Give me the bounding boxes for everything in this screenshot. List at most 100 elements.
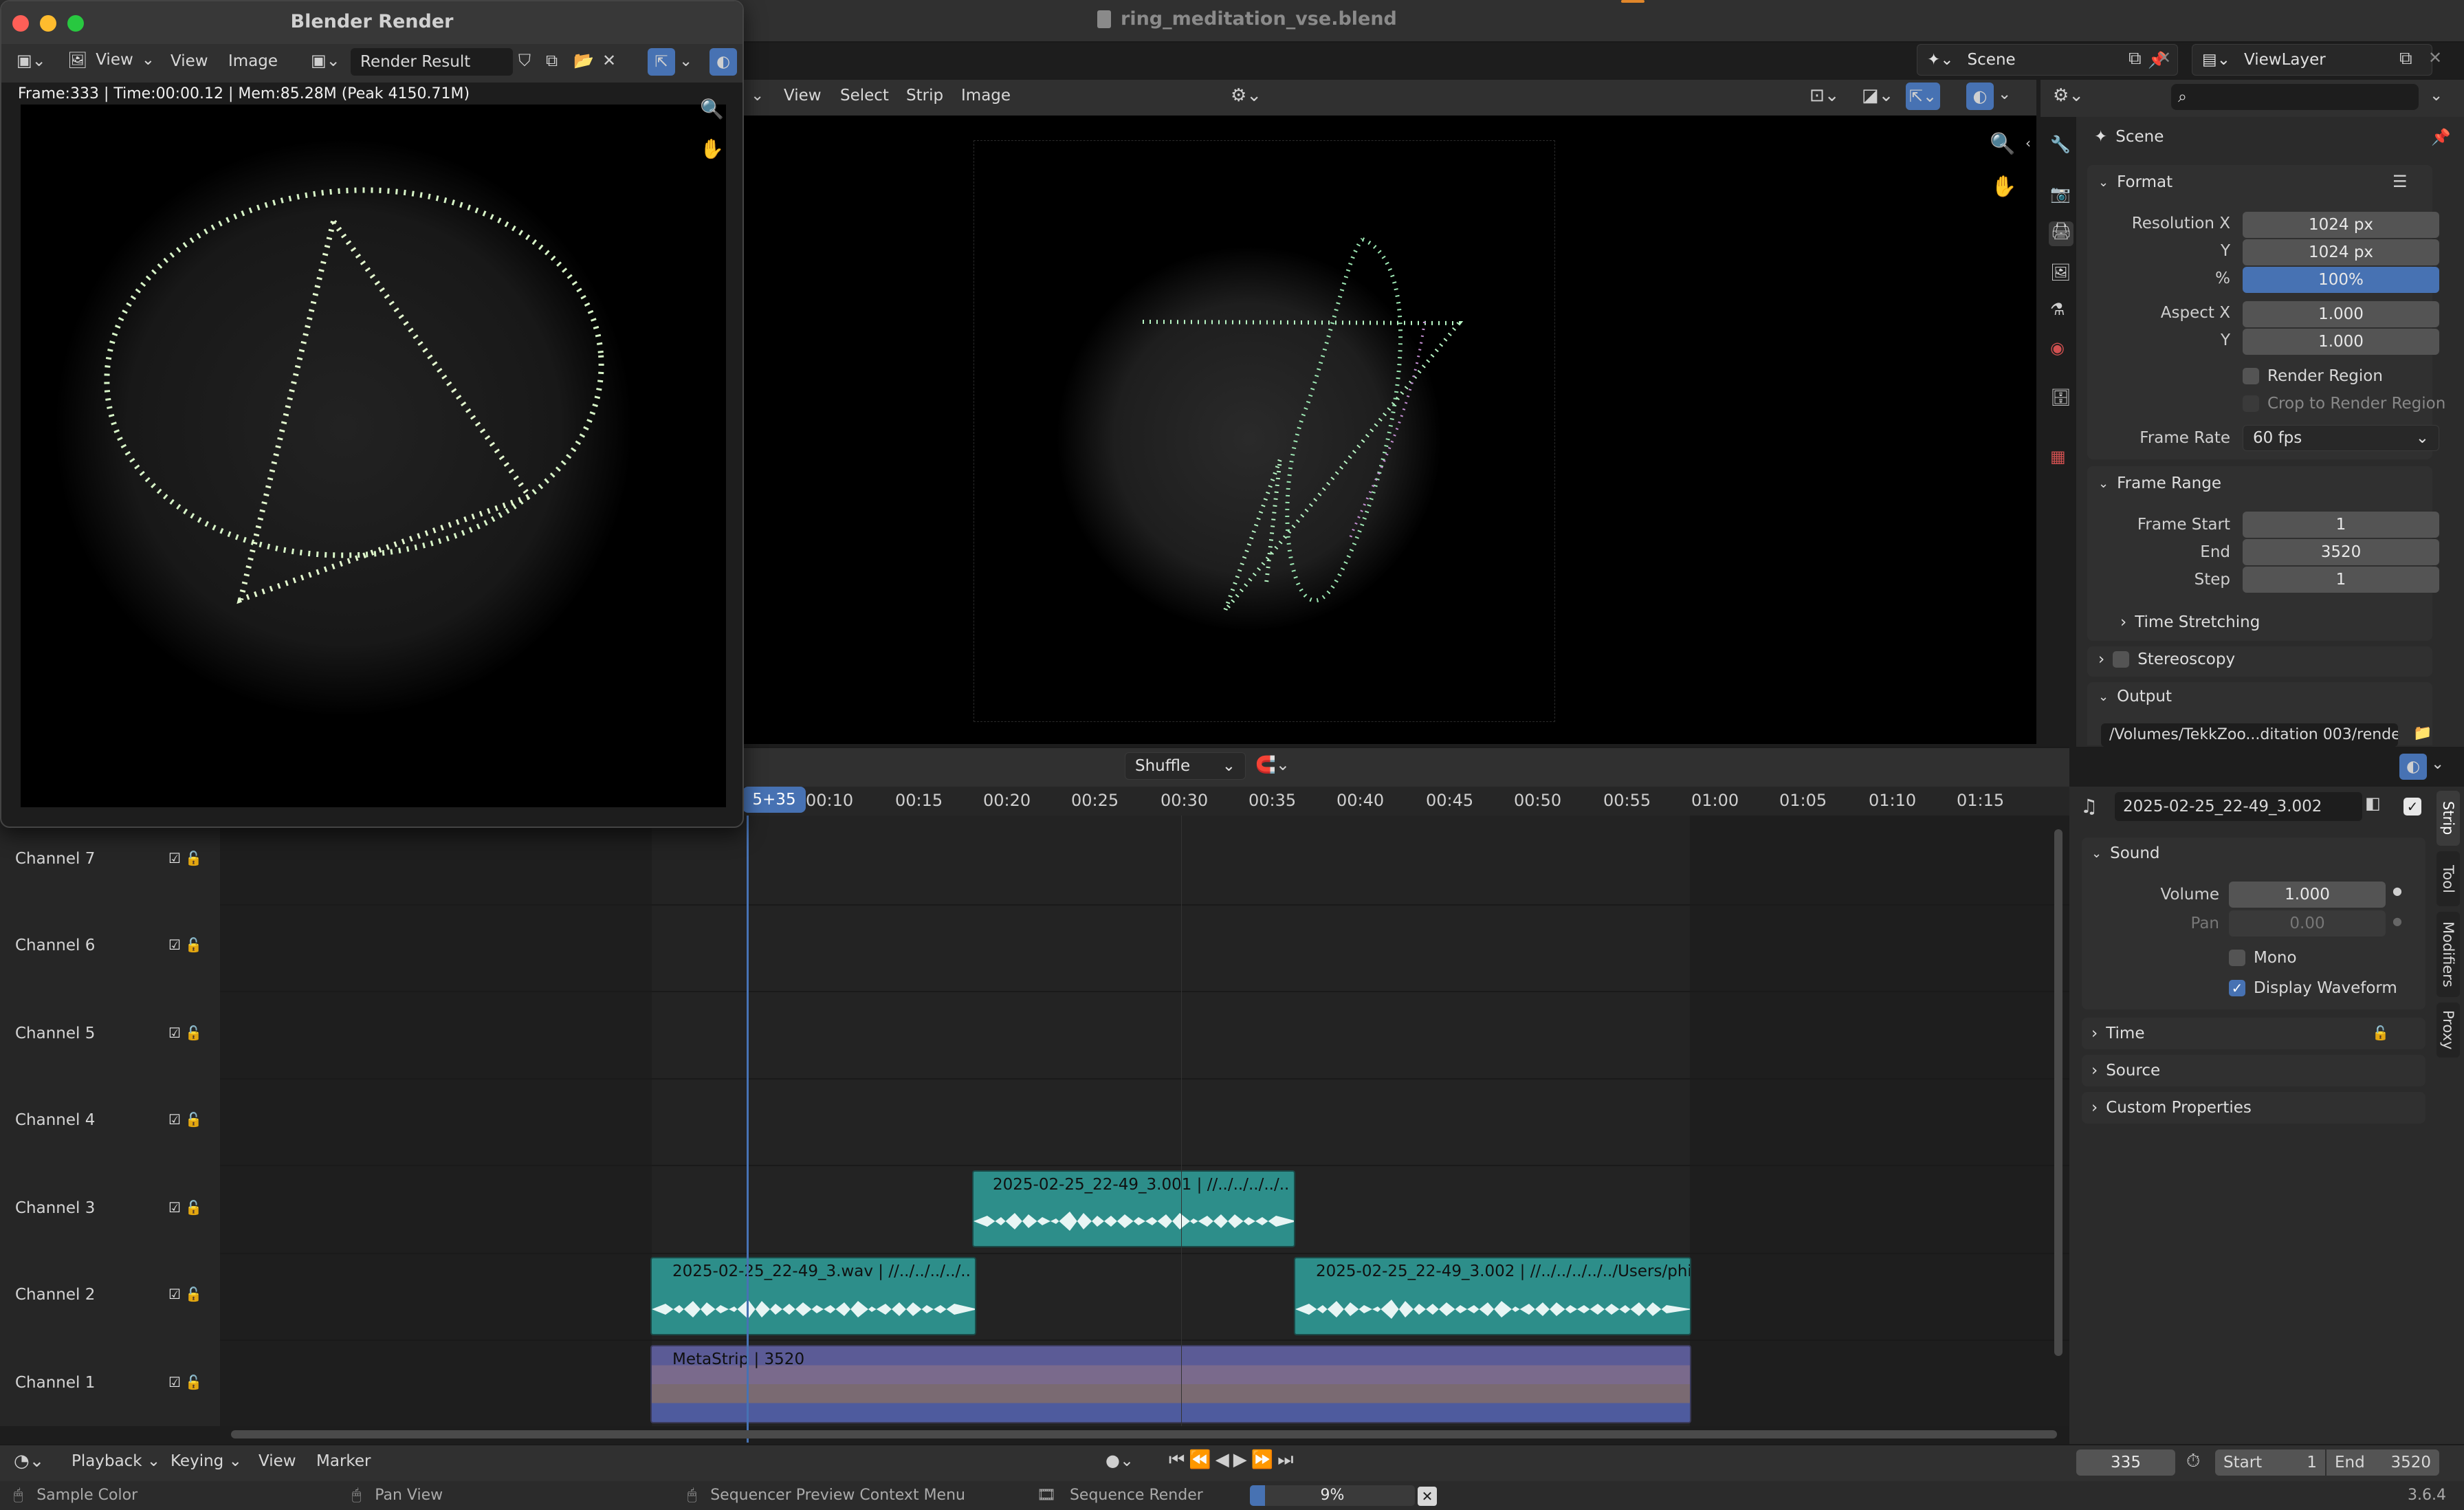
- aspect-x-field[interactable]: 1.000: [2243, 301, 2439, 327]
- channel-mute-lock-icons[interactable]: ☑ 🔓: [168, 1111, 202, 1128]
- channel-label[interactable]: Channel 1: [15, 1374, 95, 1392]
- volume-field[interactable]: 1.000: [2229, 882, 2386, 908]
- render-menu-view[interactable]: View: [170, 52, 208, 70]
- current-frame-indicator[interactable]: 5+35: [742, 787, 806, 813]
- folder-icon[interactable]: 📁: [2413, 725, 2432, 742]
- render-slot-field[interactable]: Render Result: [351, 48, 513, 76]
- render-result-canvas[interactable]: [21, 105, 726, 807]
- editor-type-icon[interactable]: ⚙⌄: [2053, 85, 2084, 106]
- channel-mute-lock-icons[interactable]: ☑ 🔓: [168, 1199, 202, 1216]
- channel-mute-lock-icons[interactable]: ☑ 🔓: [168, 1374, 202, 1390]
- pan-hand-icon[interactable]: ✋: [1991, 175, 2016, 199]
- image-editor-icon[interactable]: ▣⌄: [16, 51, 46, 70]
- view-layer-tab-icon[interactable]: 🖼: [2050, 263, 2071, 282]
- scene-tab-icon[interactable]: ⚗: [2050, 300, 2065, 319]
- vertical-scrollbar[interactable]: [2054, 829, 2062, 1356]
- channel-mute-lock-icons[interactable]: ☑ 🔓: [168, 937, 202, 953]
- options-dropdown-icon[interactable]: ⌄: [2430, 87, 2443, 105]
- new-view-layer-icon[interactable]: ⧉: [2399, 48, 2412, 69]
- properties-search[interactable]: ⌕: [2171, 84, 2419, 110]
- output-tab-icon[interactable]: 🖨: [2049, 221, 2074, 246]
- overlap-mode-dropdown[interactable]: Shuffle ⌄: [1125, 752, 1246, 780]
- render-pan-hand-icon[interactable]: ✋: [700, 138, 724, 160]
- custom-properties-header[interactable]: › Custom Properties: [2091, 1099, 2252, 1117]
- presets-icon[interactable]: ☰: [2392, 172, 2408, 191]
- render-menu-image[interactable]: Image: [228, 52, 278, 70]
- sound-header[interactable]: ⌄ Sound: [2091, 844, 2160, 862]
- channels-icon[interactable]: ◪⌄: [1862, 85, 1893, 106]
- image-browse-icon[interactable]: ▣⌄: [311, 51, 340, 70]
- strip-enabled-checkbox[interactable]: ✓: [2404, 798, 2421, 816]
- stopwatch-icon[interactable]: ⏱: [2186, 1451, 2200, 1472]
- resolution-x-field[interactable]: 1024 px: [2243, 212, 2439, 238]
- overlay-dropdown-icon[interactable]: ⌄: [1998, 85, 2011, 103]
- seq-overlay-icon[interactable]: ◐: [2399, 754, 2427, 780]
- time-stretching-subpanel[interactable]: › Time Stretching: [2120, 613, 2260, 631]
- menu-view[interactable]: View: [258, 1452, 296, 1470]
- preview-menu-select[interactable]: Select: [840, 87, 889, 105]
- frame-step-field[interactable]: 1: [2243, 567, 2439, 593]
- seq-overlay-dropdown-icon[interactable]: ⌄: [2431, 755, 2444, 773]
- format-header[interactable]: ⌄ Format: [2098, 173, 2172, 191]
- render-region-row[interactable]: Render Region: [2243, 367, 2383, 385]
- time-header[interactable]: › Time: [2091, 1025, 2145, 1042]
- end-frame-field[interactable]: End 3520: [2326, 1449, 2439, 1476]
- collection-tab-icon[interactable]: 🗄: [2050, 388, 2071, 407]
- menu-playback[interactable]: Playback ⌄: [72, 1452, 160, 1470]
- resolution-pct-field[interactable]: 100%: [2243, 267, 2439, 293]
- channel-mute-lock-icons[interactable]: ☑ 🔓: [168, 850, 202, 866]
- sound-strip-channel2b[interactable]: 2025-02-25_22-49_3.002 | //../../../../.…: [1294, 1257, 1691, 1335]
- preview-menu-image[interactable]: Image: [961, 87, 1011, 105]
- strip-color-icon[interactable]: ◧: [2365, 794, 2381, 813]
- zoom-icon[interactable]: 🔍: [1990, 132, 2015, 156]
- preview-canvas[interactable]: [744, 116, 2036, 744]
- aspect-y-field[interactable]: 1.000: [2243, 329, 2439, 355]
- pin-context-icon[interactable]: 📌: [2431, 128, 2451, 146]
- mono-row[interactable]: Mono: [2229, 949, 2297, 967]
- channel-label[interactable]: Channel 4: [15, 1111, 95, 1129]
- new-scene-icon[interactable]: ⧉: [2128, 48, 2142, 69]
- source-header[interactable]: › Source: [2091, 1062, 2160, 1080]
- meta-strip[interactable]: MetaStrip | 3520: [650, 1345, 1691, 1423]
- texture-tab-icon[interactable]: ▦: [2050, 447, 2066, 466]
- view-layer-selector[interactable]: ▤⌄ ViewLayer: [2192, 44, 2432, 76]
- display-waveform-checkbox[interactable]: ✓: [2229, 980, 2245, 996]
- search-input[interactable]: [2192, 88, 2419, 106]
- stereoscopy-header[interactable]: › Stereoscopy: [2098, 650, 2235, 668]
- render-zoom-icon[interactable]: 🔍: [700, 98, 724, 120]
- sound-strip-channel3[interactable]: 2025-02-25_22-49_3.001 | //../../../../.…: [972, 1170, 1295, 1247]
- output-path-field[interactable]: /Volumes/TekkZoo...ditation 003/render/: [2101, 723, 2398, 747]
- fake-user-shield-icon[interactable]: ⛉: [518, 51, 531, 70]
- frame-end-field[interactable]: 3520: [2243, 539, 2439, 565]
- view-mode-dropdown[interactable]: 🖼 View ⌄: [67, 51, 155, 69]
- lock-icon[interactable]: 🔓: [2372, 1025, 2389, 1041]
- playback-controls-icon[interactable]: ⏮⏪◀▶⏩⏭: [1169, 1449, 1298, 1471]
- record-icon[interactable]: ●⌄: [1106, 1451, 1134, 1470]
- world-tab-icon[interactable]: ◉: [2050, 338, 2065, 358]
- display-waveform-row[interactable]: ✓ Display Waveform: [2229, 979, 2397, 997]
- render-region-checkbox[interactable]: [2243, 368, 2259, 384]
- delete-scene-icon[interactable]: ✕: [2157, 48, 2171, 67]
- render-overlay-icon[interactable]: ◐: [710, 48, 737, 76]
- gizmo-icon[interactable]: ⇱⌄: [1906, 83, 1940, 110]
- frame-start-field[interactable]: 1: [2243, 512, 2439, 538]
- tool-tab-icon[interactable]: 🔧: [2050, 135, 2071, 154]
- playhead[interactable]: [747, 816, 749, 1443]
- channel-label[interactable]: Channel 5: [15, 1025, 95, 1042]
- channel-label[interactable]: Channel 2: [15, 1286, 95, 1304]
- menu-keying[interactable]: Keying ⌄: [170, 1452, 242, 1470]
- channel-label[interactable]: Channel 7: [15, 850, 95, 868]
- frame-rate-dropdown[interactable]: 60 fps ⌄: [2243, 425, 2439, 451]
- channel-label[interactable]: Channel 6: [15, 937, 95, 954]
- channel-label[interactable]: Channel 3: [15, 1199, 95, 1217]
- current-frame-field[interactable]: 335: [2076, 1449, 2175, 1476]
- stereoscopy-checkbox[interactable]: [2113, 651, 2130, 668]
- unlink-image-icon[interactable]: ✕: [602, 51, 616, 70]
- start-frame-field[interactable]: Start 1: [2215, 1449, 2325, 1476]
- tab-strip[interactable]: Strip: [2436, 791, 2460, 846]
- strip-name-field[interactable]: 2025-02-25_22-49_3.002: [2115, 792, 2362, 821]
- display-mode-icon[interactable]: ⊡⌄: [1810, 85, 1840, 106]
- timeline-editor-icon[interactable]: ◔⌄: [14, 1451, 44, 1471]
- tab-modifiers[interactable]: Modifiers: [2436, 912, 2460, 997]
- menu-marker[interactable]: Marker: [316, 1452, 371, 1470]
